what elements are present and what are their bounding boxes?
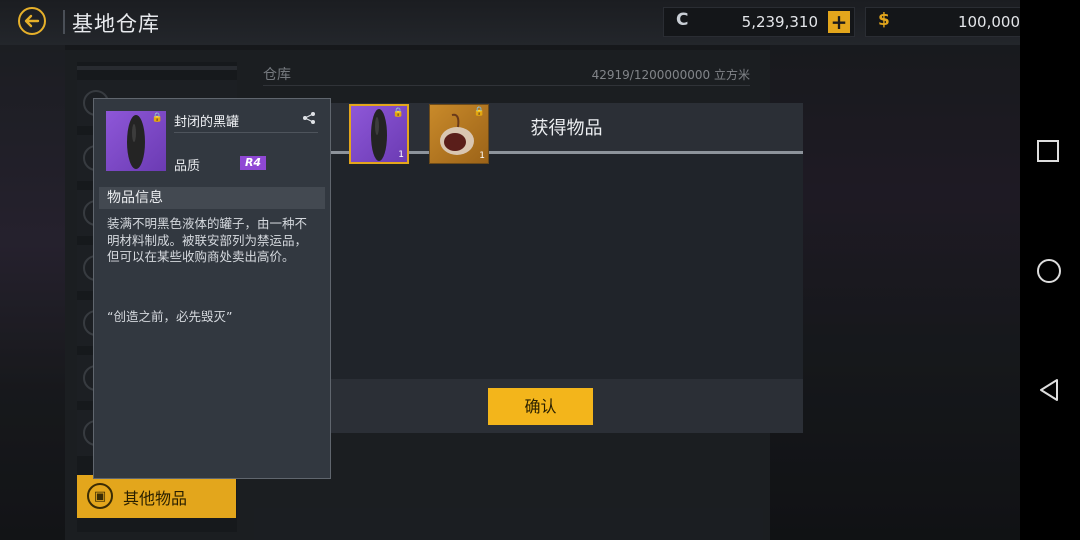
- title-divider: [63, 10, 65, 34]
- sidebar-item-label: 其他物品: [123, 489, 188, 508]
- back-button[interactable]: [18, 7, 46, 35]
- dialog-body: [330, 154, 803, 379]
- box-icon: ▣: [87, 483, 113, 509]
- item-quantity: 1: [479, 151, 485, 161]
- item-slot-2[interactable]: 🔒 1: [429, 104, 489, 164]
- quality-badge: R4: [240, 156, 266, 170]
- lock-icon: 🔒: [151, 113, 163, 123]
- item-quantity: 1: [398, 150, 404, 160]
- currency-c-value: 5,239,310: [741, 13, 818, 31]
- sidebar-item-other-items[interactable]: ▣ 其他物品: [77, 475, 236, 518]
- arrow-left-icon: [24, 14, 40, 28]
- item-description: 装满不明黑色液体的罐子，由一种不明材料制成。被联安部列为禁运品，但可以在某些收购…: [107, 216, 308, 264]
- quality-label: 品质: [174, 159, 201, 174]
- top-bar: 基地仓库 C 5,239,310 + $ 100,000 +: [0, 0, 1057, 45]
- back-triangle-icon[interactable]: [1038, 378, 1060, 402]
- recent-apps-icon[interactable]: [1037, 140, 1059, 162]
- name-divider: [174, 132, 318, 133]
- item-name: 封闭的黑罐: [174, 115, 240, 130]
- currency-c-add-button[interactable]: +: [828, 11, 850, 33]
- lock-icon: 🔒: [473, 107, 485, 117]
- item-info-panel: 🔒 封闭的黑罐 品质 R4 物品信息 装满不明黑色液体的罐子，由一种不明材料制成…: [93, 98, 331, 479]
- currency-c: C 5,239,310 +: [663, 7, 855, 37]
- currency-s-value: 100,000: [957, 13, 1020, 31]
- item-quote: “创造之前，必先毁灭”: [107, 309, 233, 324]
- item-thumbnail: 🔒: [106, 111, 166, 171]
- system-nav-bar: [1020, 0, 1080, 540]
- currency-s-icon: $: [878, 10, 890, 30]
- item-slot-black-jar[interactable]: 🔒 1: [349, 104, 409, 164]
- item-info-section-title: 物品信息: [99, 187, 325, 209]
- share-icon[interactable]: [302, 111, 316, 125]
- lock-icon: 🔒: [392, 108, 404, 118]
- page-title: 基地仓库: [72, 12, 160, 36]
- home-icon[interactable]: [1037, 259, 1061, 283]
- confirm-button[interactable]: 确认: [488, 388, 593, 425]
- currency-c-icon: C: [676, 10, 689, 30]
